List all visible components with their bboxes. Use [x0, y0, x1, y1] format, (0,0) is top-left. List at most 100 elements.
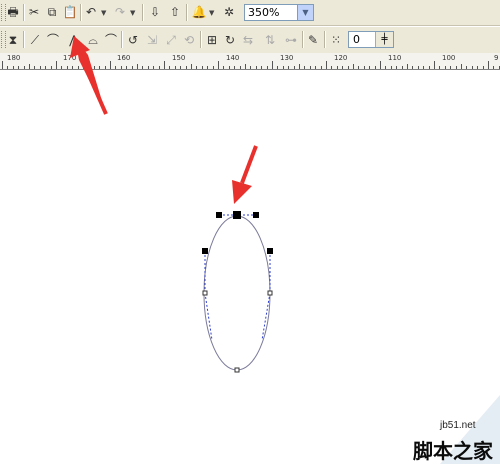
ruler-tick — [2, 61, 3, 69]
ruler-tick — [282, 66, 284, 69]
undo-icon[interactable]: ↶ — [83, 4, 99, 20]
ruler-tick — [23, 66, 25, 69]
ruler-tick — [18, 66, 20, 69]
ruler-label: 170 — [63, 54, 77, 62]
launcher-dropdown-icon[interactable]: ▼ — [209, 9, 214, 17]
ruler-tick — [147, 66, 149, 69]
chevron-down-icon[interactable]: ▼ — [297, 5, 313, 20]
elastic-mode-icon[interactable]: ↻ — [222, 32, 238, 48]
welcome-screen-icon[interactable]: ✲ — [221, 4, 237, 20]
ruler-tick — [444, 66, 446, 69]
ruler-tick — [180, 66, 182, 69]
curve-smoothness-value: 0 — [353, 33, 360, 46]
ruler-tick — [239, 66, 241, 69]
slider-icon[interactable]: ╪ — [375, 32, 393, 47]
ruler-tick — [396, 66, 398, 69]
make-node-smooth-icon[interactable]: ⌓ — [85, 32, 101, 48]
ruler-tick — [158, 66, 160, 69]
ruler-tick — [466, 66, 468, 69]
ruler-tick — [261, 66, 263, 69]
reverse-direction-icon[interactable]: ↺ — [125, 32, 141, 48]
ruler-tick — [169, 66, 171, 69]
paste-icon[interactable]: 📋 — [62, 4, 78, 20]
ruler-tick — [56, 61, 57, 69]
ruler-tick — [137, 64, 138, 69]
export-icon[interactable]: ⇧ — [167, 4, 183, 20]
ruler-tick — [434, 61, 435, 69]
ruler-tick — [191, 64, 192, 69]
ruler-tick — [39, 66, 41, 69]
make-node-symmetrical-icon[interactable]: ⌒ — [103, 32, 119, 48]
property-bar: ⧗ ⟋ ⌒ ⋀ ⌓ ⌒ ↺ ⇲ ⤢ ⟲ ⊞ ↻ ⇆ ⇅ ⊶ ✎ ⁙ — [0, 26, 500, 54]
ruler-tick — [320, 66, 322, 69]
ruler-tick — [77, 66, 79, 69]
ruler-tick — [207, 66, 209, 69]
toolbar-separator — [142, 4, 144, 21]
ruler-tick — [115, 66, 117, 69]
ruler-tick — [201, 66, 203, 69]
select-all-nodes-icon[interactable]: ⁙ — [328, 32, 344, 48]
ruler-tick — [266, 66, 268, 69]
stretch-nodes-icon[interactable]: ⤢ — [163, 32, 179, 48]
reflect-vertical-icon[interactable]: ⇅ — [262, 32, 278, 48]
ruler-tick — [390, 66, 392, 69]
extract-subpath-icon[interactable]: ⇲ — [144, 32, 160, 48]
rotate-nodes-icon[interactable]: ⟲ — [181, 32, 197, 48]
ruler-tick — [482, 66, 484, 69]
ruler-tick — [272, 61, 273, 69]
drawing-canvas[interactable] — [0, 70, 500, 464]
ruler-tick — [455, 66, 457, 69]
horizontal-ruler[interactable]: 180 170 160 150 140 130 120 110 100 9 — [0, 53, 500, 70]
undo-dropdown-icon[interactable]: ▼ — [101, 9, 106, 17]
ruler-tick — [428, 66, 430, 69]
ruler-tick — [288, 66, 290, 69]
ruler-label: 160 — [117, 54, 131, 62]
ruler-tick — [353, 64, 354, 69]
ruler-tick — [196, 66, 198, 69]
node-select-icon[interactable]: ⧗ — [5, 32, 21, 48]
align-nodes-icon[interactable]: ⊞ — [204, 32, 220, 48]
toolbar-separator — [121, 31, 123, 48]
ruler-tick — [347, 66, 349, 69]
reflect-horizontal-icon[interactable]: ⇆ — [240, 32, 256, 48]
curve-smoothness-field[interactable]: 0 ╪ — [348, 31, 394, 48]
ruler-tick — [250, 66, 252, 69]
toolbar-separator — [186, 4, 188, 21]
ruler-tick — [342, 66, 344, 69]
ruler-tick — [369, 66, 371, 69]
to-curve-icon[interactable]: ⌒ — [45, 32, 61, 48]
ruler-label: 140 — [226, 54, 240, 62]
watermark-brand: 脚本之家 — [413, 439, 493, 463]
toolbar-separator — [80, 4, 82, 21]
copy-icon[interactable]: ⧉ — [44, 4, 60, 20]
application-launcher-icon[interactable]: 🔔 — [191, 4, 207, 20]
auto-close-icon[interactable]: ⊶ — [283, 32, 299, 48]
make-node-cusp-icon[interactable]: ⋀ — [66, 32, 82, 48]
ruler-tick — [299, 64, 300, 69]
ruler-tick — [126, 66, 128, 69]
edit-pen-icon[interactable]: ✎ — [305, 32, 321, 48]
ruler-label: 120 — [334, 54, 348, 62]
ruler-tick — [326, 61, 327, 69]
to-line-icon[interactable]: ⟋ — [27, 32, 43, 48]
ruler-tick — [331, 66, 333, 69]
import-icon[interactable]: ⇩ — [147, 4, 163, 20]
redo-icon[interactable]: ↷ — [112, 4, 128, 20]
print-icon[interactable]: 🖶 — [5, 4, 21, 20]
ruler-tick — [218, 61, 219, 69]
ruler-tick — [461, 64, 462, 69]
ruler-tick — [66, 66, 68, 69]
ruler-tick — [401, 66, 403, 69]
ruler-tick — [471, 66, 473, 69]
redo-dropdown-icon[interactable]: ▼ — [130, 9, 135, 17]
ruler-tick — [293, 66, 295, 69]
ruler-tick — [7, 66, 9, 69]
ruler-tick — [142, 66, 144, 69]
ruler-tick — [153, 66, 155, 69]
cut-icon[interactable]: ✂ — [26, 4, 42, 20]
ruler-tick — [380, 61, 381, 69]
ruler-tick — [315, 66, 317, 69]
zoom-level-select[interactable]: 350% ▼ — [244, 4, 314, 21]
toolbar-separator — [23, 31, 25, 48]
ruler-label: 130 — [280, 54, 294, 62]
